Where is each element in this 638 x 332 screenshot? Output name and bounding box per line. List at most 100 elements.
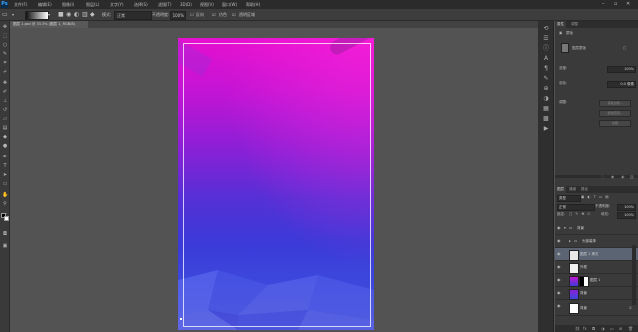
quick-mask-icon[interactable]: ◘ bbox=[2, 231, 8, 237]
menu-filter[interactable]: 滤镜(T) bbox=[158, 0, 172, 9]
zoom-tool-icon[interactable]: ⚲ bbox=[2, 201, 8, 207]
blend-mode-select[interactable]: 正常 bbox=[557, 204, 595, 211]
brush-tool-icon[interactable]: ✐ bbox=[2, 89, 8, 95]
reflected-gradient-icon[interactable]: ▥ bbox=[82, 11, 88, 19]
transparency-checkbox[interactable]: ☑ bbox=[232, 11, 236, 19]
tab-properties[interactable]: 属性 bbox=[555, 21, 566, 28]
layer-opacity-field[interactable]: 100% bbox=[617, 204, 636, 211]
menu-file[interactable]: 文件(F) bbox=[14, 0, 27, 9]
menu-layer[interactable]: 图层(L) bbox=[86, 0, 99, 9]
tab-adjustments[interactable]: 调整 bbox=[569, 21, 580, 28]
brush-panel-icon[interactable]: ✎ bbox=[542, 75, 550, 83]
eraser-tool-icon[interactable]: ▱ bbox=[2, 116, 8, 122]
tab-layers[interactable]: 图层 bbox=[555, 186, 566, 193]
quick-select-tool-icon[interactable]: ✎ bbox=[2, 51, 8, 57]
menu-view[interactable]: 视图(V) bbox=[200, 0, 214, 9]
visibility-eye-icon[interactable]: ◉ bbox=[557, 277, 562, 282]
menu-type[interactable]: 文字(Y) bbox=[110, 0, 124, 9]
eyedropper-tool-icon[interactable]: ⌿ bbox=[2, 69, 8, 75]
visibility-eye-icon[interactable]: ◉ bbox=[557, 290, 562, 295]
linear-gradient-icon[interactable]: ■ bbox=[58, 11, 64, 19]
pen-tool-icon[interactable]: ✒ bbox=[2, 154, 8, 160]
healing-tool-icon[interactable]: ✚ bbox=[2, 80, 8, 86]
group-expand-icon[interactable]: ▾ bbox=[564, 225, 566, 231]
menu-select[interactable]: 选择(S) bbox=[134, 0, 148, 9]
fill-field[interactable]: 100% bbox=[617, 212, 636, 219]
density-field[interactable]: 100% bbox=[607, 66, 636, 73]
clone-source-panel-icon[interactable]: ⊕ bbox=[542, 85, 550, 93]
adjustment-layer-icon[interactable]: ◑ bbox=[601, 326, 605, 331]
new-layer-icon[interactable]: ⊞ bbox=[619, 326, 622, 331]
angle-gradient-icon[interactable]: ◐ bbox=[74, 11, 79, 19]
radial-gradient-icon[interactable]: ◉ bbox=[66, 11, 71, 19]
info-panel-icon[interactable]: ⓘ bbox=[542, 45, 550, 53]
crop-tool-icon[interactable]: ⌗ bbox=[2, 60, 8, 66]
menu-help[interactable]: 帮助(H) bbox=[246, 0, 260, 9]
adjustments-panel-icon[interactable]: ◑ bbox=[542, 95, 550, 103]
visibility-eye-icon[interactable]: ◉ bbox=[557, 251, 562, 256]
apply-mask-icon[interactable]: ◆ bbox=[611, 174, 614, 179]
minimize-icon[interactable]: – bbox=[602, 0, 605, 9]
menu-window[interactable]: 窗口(W) bbox=[222, 0, 237, 9]
add-mask-icon[interactable]: ◘ bbox=[592, 326, 595, 331]
move-tool-icon[interactable]: ✥ bbox=[2, 24, 8, 30]
toggle-mask-icon[interactable]: ◉ bbox=[621, 174, 625, 179]
delete-layer-icon[interactable]: 🗑 bbox=[628, 326, 633, 331]
reverse-checkbox[interactable]: ☐ bbox=[190, 11, 194, 19]
color-range-button[interactable]: 颜色范围... bbox=[599, 110, 631, 117]
close-icon[interactable]: ✕ bbox=[626, 0, 630, 9]
layer-row-masked[interactable]: ◉ 图层 1 bbox=[555, 274, 638, 287]
menu-3d[interactable]: 3D(D) bbox=[180, 0, 192, 9]
hand-tool-icon[interactable]: ✋ bbox=[2, 192, 8, 198]
stamp-tool-icon[interactable]: ⊥ bbox=[2, 98, 8, 104]
paragraph-panel-icon[interactable]: ¶ bbox=[542, 65, 550, 73]
filter-icons[interactable]: ▣ ◐ T ▭ ▤ bbox=[581, 195, 610, 200]
background-color-swatch[interactable] bbox=[4, 216, 9, 221]
mask-edge-button[interactable]: 蒙版边缘... bbox=[599, 100, 631, 107]
layer-row-selected[interactable]: ◉ 图层 1 拷贝 bbox=[555, 248, 638, 261]
layer-filter-select[interactable]: 类型 bbox=[557, 195, 581, 202]
group-collapse-icon[interactable]: ▸ bbox=[569, 238, 571, 244]
history-brush-tool-icon[interactable]: ↺ bbox=[2, 107, 8, 113]
visibility-eye-icon[interactable]: ◉ bbox=[557, 264, 562, 269]
history-panel-icon[interactable]: ⟲ bbox=[542, 25, 550, 33]
new-group-icon[interactable]: ▭ bbox=[610, 326, 614, 331]
gradient-dropdown-icon[interactable]: ▾ bbox=[48, 11, 50, 19]
layer-row-group-header[interactable]: ◉ ▸ ▭ 头部装饰 bbox=[555, 235, 638, 248]
visibility-eye-icon[interactable]: ◉ bbox=[557, 225, 562, 230]
screen-mode-icon[interactable]: ▣ bbox=[2, 243, 8, 249]
diamond-gradient-icon[interactable]: ◆ bbox=[90, 11, 95, 19]
menu-edit[interactable]: 编辑(E) bbox=[38, 0, 52, 9]
layer-row-group-background[interactable]: ◉ ▾ ▭ 背景 bbox=[555, 222, 638, 235]
invert-button[interactable]: 反相 bbox=[599, 120, 631, 127]
tab-paths[interactable]: 路径 bbox=[579, 186, 590, 193]
styles-panel-icon[interactable]: ▦ bbox=[542, 105, 550, 113]
restore-icon[interactable]: ▫ bbox=[614, 0, 617, 9]
layer-row-background-color[interactable]: ◉ 背景 bbox=[555, 287, 638, 300]
gradient-tool-icon[interactable]: ▤ bbox=[2, 125, 8, 131]
blur-tool-icon[interactable]: ◆ bbox=[2, 134, 8, 140]
tab-channels[interactable]: 通道 bbox=[567, 186, 578, 193]
swatches-panel-icon[interactable]: ▩ bbox=[542, 115, 550, 123]
layer-row-background[interactable]: ◉ 背景 ⚿ bbox=[555, 300, 638, 316]
path-select-tool-icon[interactable]: ➤ bbox=[2, 172, 8, 178]
document-tab[interactable]: 图层 1.psd @ 33.3% (图层 1, RGB/8) bbox=[10, 21, 88, 28]
layer-mask-thumbnail[interactable] bbox=[579, 276, 589, 287]
layers-scrollbar[interactable] bbox=[632, 245, 636, 305]
feather-field[interactable]: 0.0 像素 bbox=[607, 81, 636, 88]
character-panel-icon[interactable]: A bbox=[542, 55, 550, 63]
tool-preset-dropdown-icon[interactable]: ▾ bbox=[12, 11, 14, 19]
layer-row-frame[interactable]: ◉ 外框 bbox=[555, 261, 638, 274]
type-tool-icon[interactable]: T bbox=[2, 163, 8, 169]
shape-tool-icon[interactable]: ▭ bbox=[2, 181, 8, 187]
link-layers-icon[interactable]: ⛓ bbox=[575, 326, 580, 331]
visibility-eye-icon[interactable]: ◉ bbox=[557, 303, 562, 308]
dodge-tool-icon[interactable]: ● bbox=[2, 143, 8, 149]
mode-select[interactable]: 正常 bbox=[114, 11, 152, 20]
visibility-eye-icon[interactable]: ◉ bbox=[557, 238, 562, 243]
artboard[interactable] bbox=[178, 38, 374, 330]
marquee-tool-icon[interactable]: ⬚ bbox=[2, 33, 8, 39]
opacity-field[interactable]: 100% bbox=[170, 11, 186, 20]
gradient-picker[interactable] bbox=[25, 11, 49, 20]
actions-panel-icon[interactable]: ▶ bbox=[542, 125, 550, 133]
